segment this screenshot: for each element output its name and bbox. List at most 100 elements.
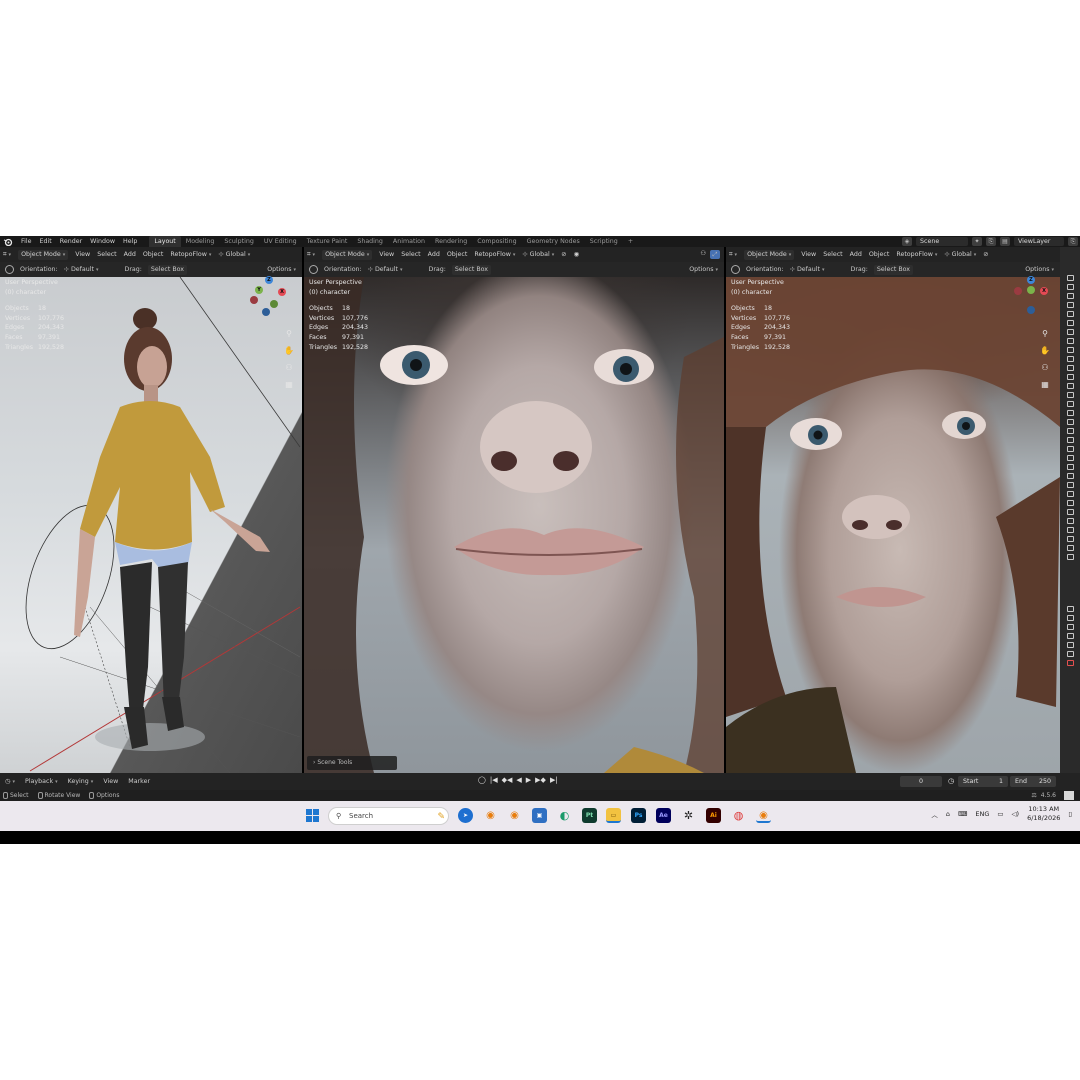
camera-icon[interactable] bbox=[1066, 383, 1074, 389]
options-dropdown[interactable]: Options ▾ bbox=[1025, 266, 1054, 273]
tab-texture-paint[interactable]: Texture Paint bbox=[302, 236, 353, 247]
menu-render[interactable]: Render bbox=[56, 236, 86, 247]
camera-view-icon[interactable]: ⚇ bbox=[284, 363, 294, 373]
viewport-middle[interactable]: ⌗ ▾ Object Mode ▾ View Select Add Object R… bbox=[304, 247, 724, 773]
orientation-dropdown[interactable]: ⊹ Default ▾ bbox=[64, 266, 99, 273]
camera-icon[interactable] bbox=[1066, 365, 1074, 371]
camera-icon[interactable] bbox=[1066, 491, 1074, 497]
options-dropdown[interactable]: Options ▾ bbox=[689, 266, 718, 273]
menu-view[interactable]: View bbox=[801, 251, 816, 258]
camera-icon[interactable] bbox=[1066, 473, 1074, 479]
camera-icon[interactable] bbox=[1066, 320, 1074, 326]
app-photoshop-icon[interactable]: Ps bbox=[631, 808, 646, 823]
camera-icon[interactable] bbox=[1066, 392, 1074, 398]
mode-dropdown[interactable]: Object Mode ▾ bbox=[18, 249, 69, 260]
camera-icon[interactable] bbox=[1066, 464, 1074, 470]
app-store-icon[interactable]: ▣ bbox=[532, 808, 547, 823]
menu-help[interactable]: Help bbox=[119, 236, 141, 247]
viewport-canvas[interactable]: User Perspective (0) character Objects 18… bbox=[304, 277, 724, 773]
camera-icon[interactable] bbox=[1066, 293, 1074, 299]
viewport-right[interactable]: ⌗ ▾ Object Mode ▾ View Select Add Object R… bbox=[726, 247, 1060, 773]
pan-hand-icon[interactable]: ✋ bbox=[1040, 346, 1050, 356]
play-icon[interactable]: ▶ bbox=[526, 776, 531, 784]
camera-view-icon[interactable]: ⚇ bbox=[1040, 363, 1050, 373]
camera-icon[interactable] bbox=[1066, 419, 1074, 425]
view-layer-field[interactable]: ViewLayer bbox=[1014, 237, 1064, 246]
axis-z-icon[interactable]: Z bbox=[1027, 276, 1035, 284]
retopoflow-menu[interactable]: RetopoFlow ▾ bbox=[896, 251, 937, 258]
drag-dropdown[interactable]: Select Box bbox=[147, 264, 188, 275]
tool-icon[interactable] bbox=[5, 265, 14, 274]
jump-end-icon[interactable]: ▶| bbox=[550, 776, 558, 784]
viewport-left[interactable]: ⌗ ▾ Object Mode ▾ View Select Add Object R… bbox=[0, 247, 302, 773]
camera-icon[interactable] bbox=[1066, 356, 1074, 362]
tab-uv-editing[interactable]: UV Editing bbox=[259, 236, 302, 247]
app-blender-icon[interactable]: ◉ bbox=[483, 808, 498, 823]
menu-add[interactable]: Add bbox=[124, 251, 136, 258]
tool-icon[interactable] bbox=[731, 265, 740, 274]
camera-icon[interactable] bbox=[1066, 482, 1074, 488]
menu-object[interactable]: Object bbox=[869, 251, 890, 258]
camera-icon[interactable] bbox=[1066, 329, 1074, 335]
character-model[interactable] bbox=[60, 297, 300, 767]
app-chrome-icon[interactable]: ◍ bbox=[731, 808, 746, 823]
camera-icon[interactable] bbox=[1066, 410, 1074, 416]
new-scene-icon[interactable]: ⎘ bbox=[986, 237, 996, 246]
menu-add[interactable]: Add bbox=[428, 251, 440, 258]
transform-orientation-dropdown[interactable]: ⊹ Global ▾ bbox=[218, 251, 250, 258]
camera-icon[interactable] bbox=[1066, 554, 1074, 560]
xray-icon[interactable]: ⤢ bbox=[710, 250, 720, 259]
axis-neg-y-icon[interactable] bbox=[270, 300, 278, 308]
menu-view[interactable]: View bbox=[379, 251, 394, 258]
tray-expand-icon[interactable]: ︿ bbox=[931, 809, 938, 819]
axis-neg-z-icon[interactable] bbox=[262, 308, 270, 316]
scene-field[interactable]: Scene bbox=[916, 237, 968, 246]
camera-icon[interactable] bbox=[1066, 284, 1074, 290]
axis-neg-x-icon[interactable] bbox=[250, 296, 258, 304]
app-blender-icon[interactable]: ◉ bbox=[507, 808, 522, 823]
menu-edit[interactable]: Edit bbox=[36, 236, 56, 247]
app-telegram-icon[interactable]: ➤ bbox=[458, 808, 473, 823]
camera-icon[interactable] bbox=[1066, 401, 1074, 407]
taskbar-clock[interactable]: 10:13 AM 6/18/2026 bbox=[1027, 805, 1060, 823]
menu-add[interactable]: Add bbox=[850, 251, 862, 258]
camera-icon[interactable] bbox=[1066, 302, 1074, 308]
camera-icon[interactable] bbox=[1066, 374, 1074, 380]
orientation-dropdown[interactable]: ⊹ Default ▾ bbox=[368, 266, 403, 273]
scene-icon[interactable]: ◈ bbox=[902, 237, 912, 246]
tab-layout[interactable]: Layout bbox=[149, 236, 181, 247]
tray-network-icon[interactable]: ▭ bbox=[997, 810, 1003, 818]
menu-file[interactable]: File bbox=[17, 236, 36, 247]
pan-hand-icon[interactable]: ✋ bbox=[284, 346, 294, 356]
menu-select[interactable]: Select bbox=[401, 251, 420, 258]
app-zbrush-icon[interactable]: ✲ bbox=[681, 808, 696, 823]
tab-scripting[interactable]: Scripting bbox=[585, 236, 623, 247]
object-properties-icon[interactable] bbox=[1066, 660, 1074, 666]
menu-marker[interactable]: Marker bbox=[123, 778, 155, 785]
grid-toggle-icon[interactable]: ▦ bbox=[1040, 380, 1050, 390]
snap-icon[interactable]: ⊘ bbox=[983, 251, 988, 258]
transform-orientation-dropdown[interactable]: ⊹ Global ▾ bbox=[944, 251, 976, 258]
camera-icon[interactable] bbox=[1066, 509, 1074, 515]
add-workspace-button[interactable]: + bbox=[623, 236, 638, 247]
menu-object[interactable]: Object bbox=[447, 251, 468, 258]
camera-icon[interactable] bbox=[1066, 455, 1074, 461]
prev-keyframe-icon[interactable]: ◆◀ bbox=[502, 776, 513, 784]
navigation-gizmo[interactable]: Z Y X bbox=[250, 276, 290, 320]
proportional-edit-icon[interactable]: ◉ bbox=[574, 251, 580, 258]
app-edge-icon[interactable]: ◐ bbox=[557, 808, 572, 823]
axis-z-icon[interactable]: Z bbox=[265, 276, 273, 284]
pin-icon[interactable]: ✦ bbox=[972, 237, 982, 246]
current-frame-field[interactable]: 0 bbox=[900, 776, 942, 787]
axis-x-icon[interactable]: X bbox=[1040, 287, 1048, 295]
next-keyframe-icon[interactable]: ▶◆ bbox=[535, 776, 546, 784]
scene-properties-icon[interactable] bbox=[1066, 642, 1074, 648]
tab-compositing[interactable]: Compositing bbox=[472, 236, 521, 247]
menu-window[interactable]: Window bbox=[86, 236, 119, 247]
zoom-icon[interactable]: ⚲ bbox=[1040, 329, 1050, 339]
notification-icon[interactable]: ▯ bbox=[1068, 810, 1072, 818]
editor-type-icon[interactable]: ⌗ ▾ bbox=[3, 251, 11, 259]
tab-geometry-nodes[interactable]: Geometry Nodes bbox=[522, 236, 585, 247]
render-properties-icon[interactable] bbox=[1066, 615, 1074, 621]
tool-properties-icon[interactable] bbox=[1066, 606, 1074, 612]
